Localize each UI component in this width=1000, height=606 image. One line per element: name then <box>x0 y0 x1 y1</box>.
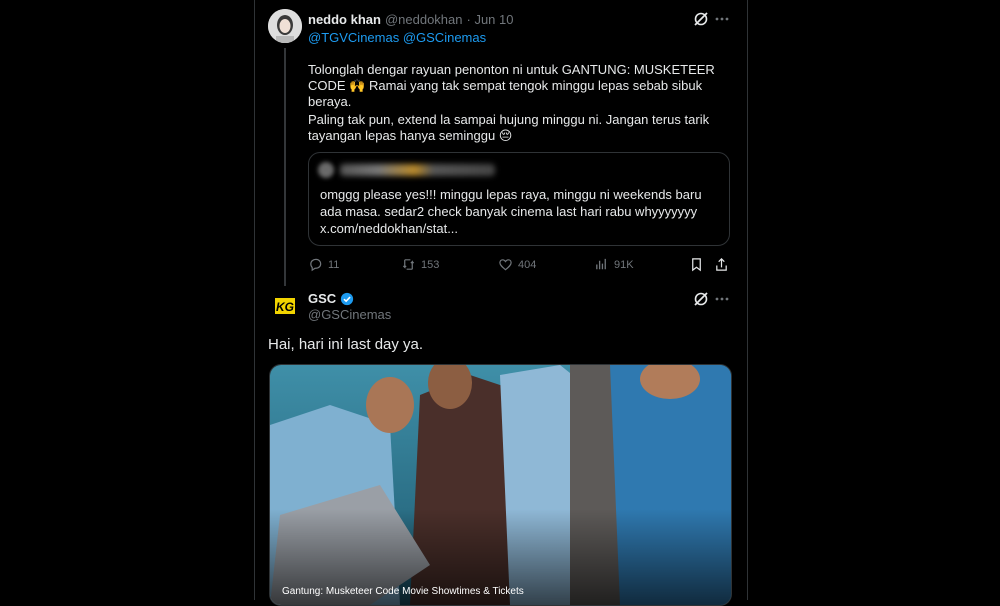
views-button[interactable]: 91K <box>594 257 634 272</box>
gsc-avatar[interactable]: KG <box>269 290 301 322</box>
reply-count: 11 <box>328 258 340 271</box>
thread-connector <box>284 48 286 286</box>
more-icon[interactable] <box>714 291 730 307</box>
views-count: 91K <box>614 258 634 271</box>
movie-poster-image <box>270 365 731 605</box>
grok-icon[interactable] <box>693 291 709 307</box>
link-card-media[interactable]: Gantung: Musketeer Code Movie Showtimes … <box>269 364 732 606</box>
author-handle[interactable]: @GSCinemas <box>308 307 391 322</box>
like-button[interactable]: 404 <box>498 257 536 272</box>
repost-count: 153 <box>421 258 440 271</box>
quoted-author-blurred <box>340 164 495 176</box>
grok-icon[interactable] <box>693 11 709 27</box>
author-name[interactable]: neddo khan <box>308 12 381 27</box>
views-icon <box>596 258 606 270</box>
avatar[interactable] <box>268 9 302 43</box>
repost-button[interactable]: 153 <box>401 257 439 272</box>
tweet-date[interactable]: · Jun 10 <box>467 12 514 27</box>
tweet2-text: Hai, hari ini last day ya. <box>268 336 424 353</box>
tweet-text-paragraph-2: Paling tak pun, extend la sampai hujung … <box>308 112 710 143</box>
link-card-title[interactable]: Gantung: Musketeer Code Movie Showtimes … <box>282 586 524 597</box>
heart-icon <box>499 259 512 271</box>
bookmark-icon[interactable] <box>689 257 704 272</box>
tweet-text-paragraph-1: Tolonglah dengar rayuan penonton ni untu… <box>308 62 715 109</box>
author-handle[interactable]: @neddokhan <box>385 12 463 27</box>
quoted-tweet-text: omggg please yes!!! minggu lepas raya, m… <box>320 187 702 236</box>
repost-icon <box>402 259 415 270</box>
share-icon[interactable] <box>714 257 729 272</box>
tweet2-header: GSC <box>308 291 354 306</box>
more-icon[interactable] <box>714 11 730 27</box>
verified-badge-icon <box>340 292 354 306</box>
reply-icon <box>310 258 322 272</box>
reply-button[interactable]: 11 <box>308 257 339 272</box>
reply-to-mentions[interactable]: @TGVCinemas @GSCinemas <box>308 30 486 45</box>
like-count: 404 <box>518 258 537 271</box>
author-name[interactable]: GSC <box>308 291 336 306</box>
quoted-avatar-blurred <box>318 162 334 178</box>
tweet-header: neddo khan @neddokhan · Jun 10 <box>308 12 513 27</box>
gsc-logo-text: KG <box>276 300 294 314</box>
